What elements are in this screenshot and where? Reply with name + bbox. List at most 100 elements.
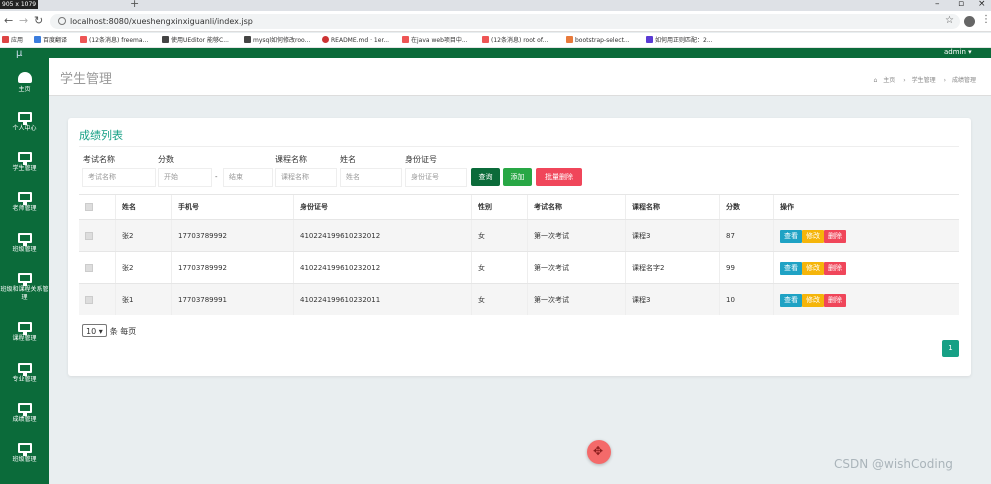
chevron-right-icon: › [903, 77, 906, 84]
cell-id-number: 410224199610232012 [293, 220, 471, 251]
page-size-label: 条 每页 [109, 327, 137, 336]
column-header: 考试名称 [527, 195, 625, 219]
table-row: 张1 17703789991 410224199610232011 女 第一次考… [79, 283, 959, 315]
sidebar-item-majors[interactable]: 专业管理 [0, 363, 49, 384]
browser-menu-icon[interactable]: ⋮ [981, 14, 991, 25]
back-icon[interactable]: ← [4, 15, 13, 27]
row-checkbox[interactable] [85, 232, 93, 240]
cell-actions: 查看 修改 删除 [773, 252, 959, 283]
monitor-icon [17, 112, 32, 125]
exam-name-input[interactable]: 考试名称 [82, 168, 156, 187]
bookmark-item[interactable]: bootstrap-select... [566, 36, 630, 45]
score-list-card: 成绩列表 考试名称 考试名称 分数 开始 - 结束 课程名称 课程名称 姓名 姓… [68, 118, 971, 376]
url-field[interactable]: localhost:8080/xueshengxinxiguanli/index… [50, 14, 960, 29]
edit-button[interactable]: 修改 [802, 261, 824, 275]
sidebar-item-scores[interactable]: 成绩管理 [0, 403, 49, 424]
cell-gender: 女 [471, 284, 527, 315]
user-menu[interactable]: admin ▾ [944, 47, 972, 58]
add-button[interactable]: 添加 [503, 168, 532, 186]
page-icon [162, 36, 169, 43]
page-1-button[interactable]: 1 [942, 340, 959, 357]
delete-button[interactable]: 删除 [824, 229, 846, 243]
exam-name-label: 考试名称 [83, 155, 115, 164]
cell-exam: 第一次考试 [527, 284, 625, 315]
sidebar-item-classes[interactable]: 班级管理 [0, 233, 49, 254]
delete-button[interactable]: 删除 [824, 261, 846, 275]
cell-course: 课程名字2 [625, 252, 719, 283]
translate-icon [34, 36, 41, 43]
sidebar-item-profile[interactable]: 个人中心 [0, 112, 49, 133]
row-checkbox[interactable] [85, 296, 93, 304]
new-tab-icon[interactable]: + [130, 0, 139, 10]
cell-score: 87 [719, 220, 773, 251]
sidebar-item-class-course[interactable]: 班级和课程关系管理 [0, 273, 49, 302]
course-name-input[interactable]: 课程名称 [275, 168, 337, 187]
view-button[interactable]: 查看 [780, 229, 802, 243]
column-header: 手机号 [171, 195, 293, 219]
bookmark-apps[interactable]: 应用 [2, 36, 23, 45]
row-checkbox[interactable] [85, 264, 93, 272]
sidebar-item-home[interactable]: 主页 [0, 72, 49, 94]
view-button[interactable]: 查看 [780, 261, 802, 275]
apps-grid-icon [2, 36, 9, 43]
bookmark-item[interactable]: mysql如何修改roo... [244, 36, 310, 45]
info-icon [58, 17, 66, 25]
column-header: 性别 [471, 195, 527, 219]
id-number-input[interactable]: 身份证号 [405, 168, 467, 187]
maximize-icon[interactable]: ▫ [958, 0, 964, 9]
browser-tab[interactable]: 905 x 1079 [0, 0, 39, 9]
cell-name: 张1 [115, 284, 171, 315]
edit-button[interactable]: 修改 [802, 229, 824, 243]
bookmark-item[interactable]: 使用UEditor 能够C... [162, 36, 229, 45]
cell-name: 张2 [115, 220, 171, 251]
home-icon: ⌂ [873, 77, 878, 84]
edit-button[interactable]: 修改 [802, 293, 824, 307]
monitor-icon [17, 152, 32, 165]
bookmark-item[interactable]: 百度翻译 [34, 36, 67, 45]
row-select-cell [79, 220, 115, 251]
breadcrumb: ⌂ 主页 › 学生管理 › 成绩管理 [870, 77, 979, 85]
monitor-icon [17, 233, 32, 246]
close-icon[interactable]: × [978, 0, 986, 9]
range-dash: - [215, 173, 218, 181]
select-all-checkbox[interactable] [85, 203, 93, 211]
star-icon[interactable]: ☆ [945, 15, 954, 26]
breadcrumb-students[interactable]: 学生管理 [912, 77, 936, 84]
score-end-input[interactable]: 结束 [223, 168, 273, 187]
bookmark-item[interactable]: (12条消息) freema... [80, 36, 148, 45]
batch-delete-button[interactable]: 批量删除 [536, 168, 582, 186]
address-bar: ← → ↻ localhost:8080/xueshengxinxiguanli… [0, 11, 991, 32]
bookmark-item[interactable]: 在java web项目中... [402, 36, 468, 45]
cell-actions: 查看 修改 删除 [773, 220, 959, 251]
row-select-cell [79, 284, 115, 315]
column-header: 分数 [719, 195, 773, 219]
bookmark-item[interactable]: README.md · 1er... [322, 36, 389, 45]
profile-avatar-icon[interactable] [964, 16, 975, 27]
reload-icon[interactable]: ↻ [34, 15, 43, 27]
sidebar-item-classes-2[interactable]: 班级管理 [0, 443, 49, 464]
search-button[interactable]: 查询 [471, 168, 500, 186]
bookmark-item[interactable]: 如何用正则匹配：2... [646, 36, 713, 45]
score-start-input[interactable]: 开始 [158, 168, 212, 187]
page-icon [244, 36, 251, 43]
delete-button[interactable]: 删除 [824, 293, 846, 307]
url-text: localhost:8080/xueshengxinxiguanli/index… [70, 17, 253, 26]
monitor-icon [17, 403, 32, 416]
view-button[interactable]: 查看 [780, 293, 802, 307]
monitor-icon [17, 192, 32, 205]
move-handle-icon[interactable] [587, 440, 611, 464]
sidebar-item-students[interactable]: 学生管理 [0, 152, 49, 173]
bookmark-item[interactable]: (12条消息) root of... [482, 36, 548, 45]
minimize-icon[interactable]: – [935, 0, 940, 9]
monitor-icon [17, 443, 32, 456]
sidebar-item-teachers[interactable]: 老师管理 [0, 192, 49, 213]
forward-icon[interactable]: → [19, 15, 28, 27]
card-title: 成绩列表 [79, 129, 123, 142]
csdn-icon [482, 36, 489, 43]
breadcrumb-home[interactable]: 主页 [883, 77, 895, 84]
breadcrumb-scores: 成绩管理 [951, 77, 976, 84]
name-input[interactable]: 姓名 [340, 168, 402, 187]
page-size-select[interactable]: 10 ▾ [82, 324, 107, 337]
sidebar-item-courses[interactable]: 课程管理 [0, 322, 49, 343]
cell-score: 99 [719, 252, 773, 283]
